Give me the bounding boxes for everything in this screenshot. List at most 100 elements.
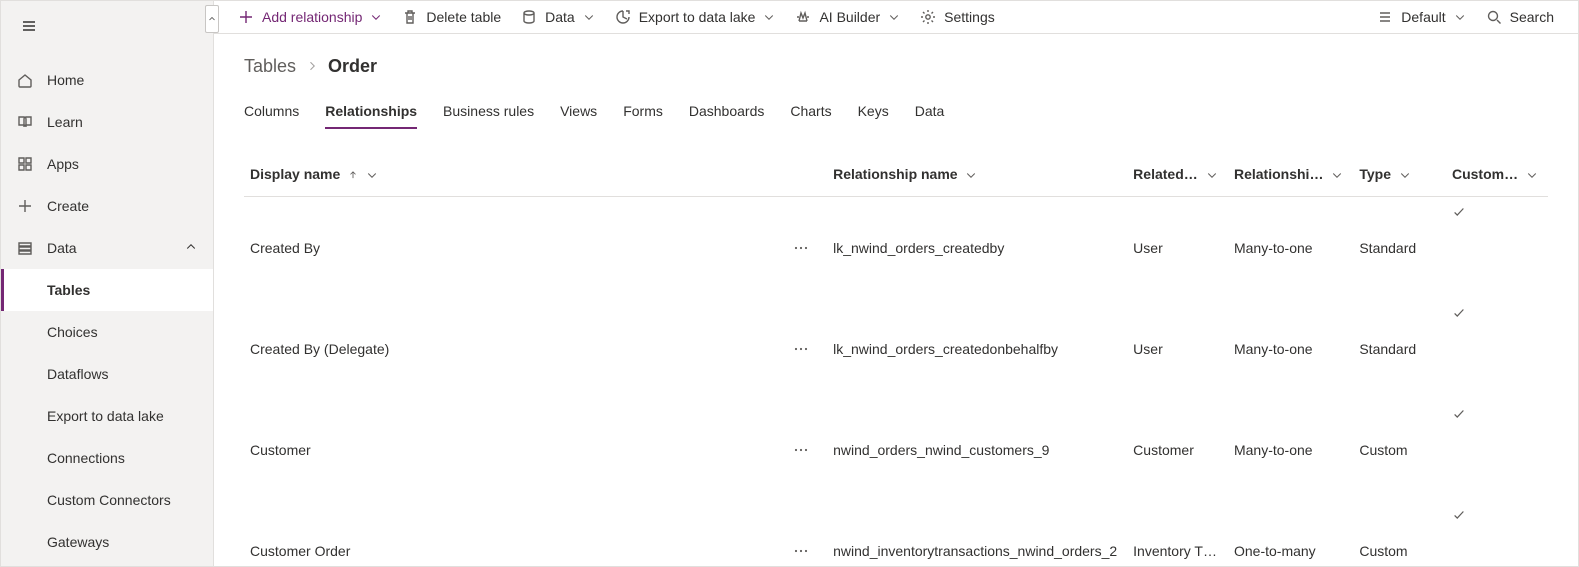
cmd-label: AI Builder: [819, 9, 880, 25]
tab-label: Keys: [858, 103, 889, 119]
table-row[interactable]: Customer Ordernwind_inventorytransaction…: [244, 500, 1548, 566]
tab-dashboards[interactable]: Dashboards: [689, 103, 765, 129]
sidebar-item-data[interactable]: Data: [1, 227, 213, 269]
cmd-label: Settings: [944, 9, 995, 25]
cell-related: Customer: [1127, 399, 1228, 500]
search-icon: [1486, 9, 1502, 25]
data-icon: [17, 240, 33, 256]
cell-related: Inventory T…: [1127, 500, 1228, 566]
sort-asc-icon: [348, 170, 358, 180]
row-more-button[interactable]: [790, 338, 812, 360]
table-row[interactable]: Customernwind_orders_nwind_customers_9 Cu…: [244, 399, 1548, 500]
col-header-type[interactable]: Type: [1353, 158, 1446, 197]
tab-keys[interactable]: Keys: [858, 103, 889, 129]
cell-actions: [778, 399, 827, 500]
sidebar-item-export-lake[interactable]: Export to data lake: [1, 395, 213, 437]
cell-type: Custom: [1353, 500, 1446, 566]
tab-label: Relationships: [325, 103, 417, 119]
tab-label: Columns: [244, 103, 299, 119]
cell-type: Standard: [1353, 197, 1446, 299]
cell-custom: [1446, 197, 1548, 299]
chevron-down-icon: [1454, 11, 1466, 23]
cell-type: Custom: [1353, 399, 1446, 500]
col-header-relationship-name[interactable]: Relationship name: [827, 158, 1127, 197]
sidebar-item-tables[interactable]: Tables: [1, 269, 213, 311]
col-header-label: Display name: [250, 166, 340, 182]
cell-relationship-name: lk_nwind_orders_createdby: [827, 197, 1127, 299]
sidebar-item-label: Home: [47, 72, 84, 88]
sidebar-item-connections[interactable]: Connections: [1, 437, 213, 479]
table-row[interactable]: Created By (Delegate)lk_nwind_orders_cre…: [244, 298, 1548, 399]
delete-table-button[interactable]: Delete table: [396, 1, 507, 33]
col-header-relationship-type[interactable]: Relationshi…: [1228, 158, 1353, 197]
tab-columns[interactable]: Columns: [244, 103, 299, 129]
cell-relationship-name: nwind_orders_nwind_customers_9: [827, 399, 1127, 500]
export-icon: [615, 9, 631, 25]
tab-relationships[interactable]: Relationships: [325, 103, 417, 129]
cell-custom: [1446, 399, 1548, 500]
tab-label: Business rules: [443, 103, 534, 119]
chevron-down-icon: [763, 11, 775, 23]
sidebar-item-label: Dataflows: [47, 366, 108, 382]
row-more-button[interactable]: [790, 540, 812, 562]
chevron-down-icon: [370, 11, 382, 23]
scrollbar-up-button[interactable]: [205, 5, 219, 33]
data-menu-button[interactable]: Data: [515, 1, 601, 33]
cell-actions: [778, 298, 827, 399]
sidebar-item-custom-connectors[interactable]: Custom Connectors: [1, 479, 213, 521]
cell-actions: [778, 500, 827, 566]
sidebar-item-label: Gateways: [47, 534, 109, 550]
breadcrumb-root[interactable]: Tables: [244, 56, 296, 77]
check-icon: [1452, 407, 1466, 421]
sidebar-nav: Home Learn Apps Create Data Tables: [1, 51, 213, 563]
search-button[interactable]: Search: [1480, 1, 1560, 33]
row-more-button[interactable]: [790, 439, 812, 461]
col-header-label: Type: [1359, 166, 1391, 182]
settings-button[interactable]: Settings: [914, 1, 1001, 33]
cell-actions: [778, 197, 827, 299]
col-header-actions: [778, 158, 827, 197]
view-switcher[interactable]: Default: [1371, 1, 1471, 33]
col-header-display-name[interactable]: Display name: [244, 158, 778, 197]
check-icon: [1452, 205, 1466, 219]
tab-label: Dashboards: [689, 103, 765, 119]
tab-views[interactable]: Views: [560, 103, 597, 129]
cylinder-icon: [521, 9, 537, 25]
add-relationship-button[interactable]: Add relationship: [232, 1, 388, 33]
col-header-label: Relationshi…: [1234, 166, 1323, 182]
sidebar-item-label: Data: [47, 240, 77, 256]
ai-builder-icon: [795, 9, 811, 25]
col-header-custom[interactable]: Custom…: [1446, 158, 1548, 197]
check-icon: [1452, 508, 1466, 522]
table-row[interactable]: Created Bylk_nwind_orders_createdbyUserM…: [244, 197, 1548, 299]
chevron-down-icon: [965, 169, 977, 181]
check-icon: [1452, 306, 1466, 320]
cell-related: User: [1127, 298, 1228, 399]
col-header-related[interactable]: Related…: [1127, 158, 1228, 197]
cell-related: User: [1127, 197, 1228, 299]
tab-label: Views: [560, 103, 597, 119]
cell-display-name: Created By: [244, 197, 778, 299]
row-more-button[interactable]: [790, 237, 812, 259]
sidebar-item-dataflows[interactable]: Dataflows: [1, 353, 213, 395]
sidebar-item-label: Custom Connectors: [47, 492, 171, 508]
list-icon: [1377, 9, 1393, 25]
tab-label: Charts: [790, 103, 831, 119]
chevron-down-icon: [366, 169, 378, 181]
tab-data[interactable]: Data: [915, 103, 945, 129]
tab-forms[interactable]: Forms: [623, 103, 663, 129]
export-lake-button[interactable]: Export to data lake: [609, 1, 782, 33]
command-bar: Add relationship Delete table Data Expor…: [214, 1, 1578, 34]
chevron-right-icon: [306, 59, 318, 75]
tab-business-rules[interactable]: Business rules: [443, 103, 534, 129]
cell-relationship-type: Many-to-one: [1228, 399, 1353, 500]
cell-relationship-type: Many-to-one: [1228, 298, 1353, 399]
col-header-label: Custom…: [1452, 166, 1518, 182]
chevron-down-icon: [1526, 169, 1538, 181]
sidebar-item-label: Choices: [47, 324, 98, 340]
cmd-label: Data: [545, 9, 575, 25]
tab-charts[interactable]: Charts: [790, 103, 831, 129]
sidebar-item-gateways[interactable]: Gateways: [1, 521, 213, 563]
tab-label: Forms: [623, 103, 663, 119]
ai-builder-button[interactable]: AI Builder: [789, 1, 906, 33]
